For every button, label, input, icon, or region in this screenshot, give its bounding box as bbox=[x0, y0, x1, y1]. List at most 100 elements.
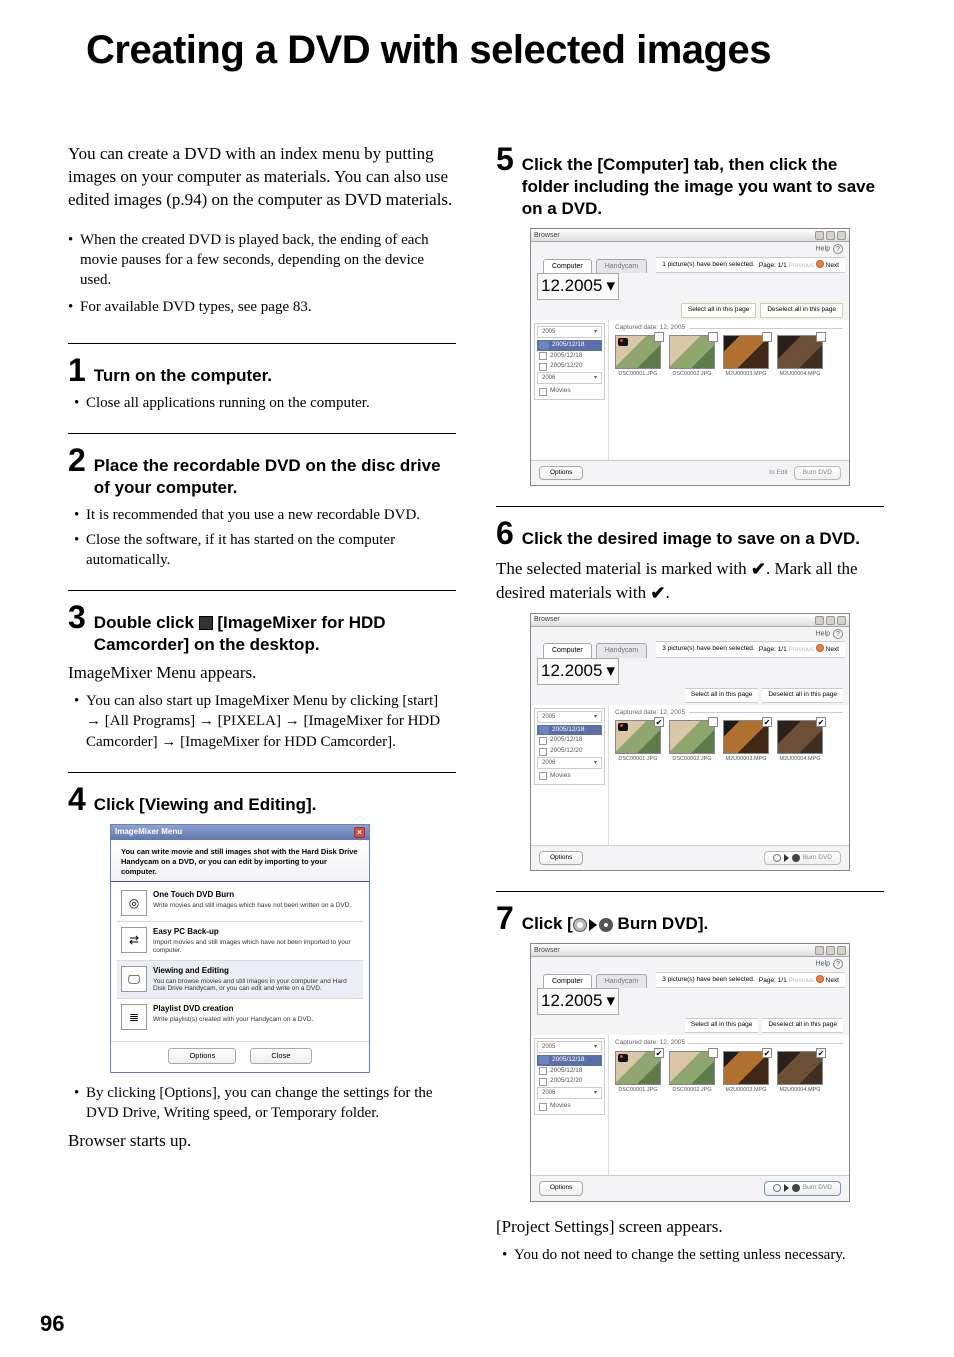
options-button[interactable]: Options bbox=[539, 851, 583, 866]
thumbnail[interactable]: ✔DSC00001.JPG bbox=[615, 720, 661, 763]
right-column: 5 Click the [Computer] tab, then click t… bbox=[496, 143, 884, 1285]
left-column: You can create a DVD with an index menu … bbox=[68, 143, 456, 1285]
checkmark-icon: ✔ bbox=[650, 581, 665, 605]
tab-computer[interactable]: Computer bbox=[543, 974, 592, 988]
tree-movies[interactable]: Movies bbox=[537, 1101, 602, 1112]
tree-folder-selected[interactable]: 2005/12/18 bbox=[537, 1055, 602, 1066]
deselect-all-button[interactable]: Deselect all in this page bbox=[762, 1018, 843, 1033]
menu-item-easy-backup[interactable]: ⇄ Easy PC Back-up Import movies and stil… bbox=[117, 921, 363, 959]
next-link[interactable]: Next bbox=[816, 262, 839, 269]
to-edit-link[interactable]: to Edit bbox=[769, 469, 787, 478]
select-all-button[interactable]: Select all in this page bbox=[681, 303, 756, 318]
deselect-all-button[interactable]: Deselect all in this page bbox=[762, 688, 843, 703]
menu-item-one-touch[interactable]: ◎ One Touch DVD Burn Write movies and st… bbox=[117, 885, 363, 921]
select-all-button[interactable]: Select all in this page bbox=[685, 688, 758, 703]
close-icon[interactable] bbox=[837, 946, 846, 955]
maximize-icon[interactable] bbox=[826, 946, 835, 955]
tree-year[interactable]: 2005▾ bbox=[537, 1041, 602, 1053]
thumbnail[interactable]: DSC00002.JPG bbox=[669, 720, 715, 763]
help-link[interactable]: Help bbox=[816, 246, 830, 253]
close-button[interactable]: Close bbox=[250, 1048, 311, 1064]
help-icon[interactable]: ? bbox=[833, 629, 843, 639]
next-link[interactable]: Next bbox=[816, 977, 839, 984]
thumbnail[interactable]: ✔M2U00004.MPG bbox=[777, 720, 823, 763]
window-title: ImageMixer Menu bbox=[115, 827, 182, 838]
disc-icon bbox=[792, 854, 800, 862]
tree-folder[interactable]: 2005/12/20 bbox=[537, 361, 602, 372]
menu-item-viewing-editing[interactable]: 🖵 Viewing and Editing You can browse mov… bbox=[117, 960, 363, 998]
tree-folder-selected[interactable]: 2005/12/18 bbox=[537, 725, 602, 736]
checkbox-icon bbox=[539, 363, 547, 371]
menu-item-desc: Import movies and still images which hav… bbox=[153, 939, 359, 955]
options-button[interactable]: Options bbox=[168, 1048, 236, 1064]
tree-year[interactable]: 2006▾ bbox=[537, 372, 602, 384]
step-5: 5 Click the [Computer] tab, then click t… bbox=[496, 143, 884, 486]
thumbnail[interactable]: ✔M2U00004.MPG bbox=[777, 1051, 823, 1094]
tree-year[interactable]: 2006▾ bbox=[537, 1087, 602, 1099]
close-icon[interactable] bbox=[837, 231, 846, 240]
tree-folder[interactable]: 2005/12/20 bbox=[537, 1076, 602, 1087]
tree-folder-selected[interactable]: 2005/12/18 bbox=[537, 340, 602, 351]
thumbnail[interactable]: ✔M2U00003.MPG bbox=[723, 720, 769, 763]
minimize-icon[interactable] bbox=[815, 946, 824, 955]
help-icon[interactable]: ? bbox=[833, 244, 843, 254]
folder-dropdown[interactable]: 12.2005▾ bbox=[537, 988, 619, 1015]
burn-dvd-button[interactable]: Burn DVD bbox=[794, 466, 841, 481]
tree-folder[interactable]: 2005/12/18 bbox=[537, 351, 602, 362]
thumbnail-label: DSC00001.JPG bbox=[615, 371, 661, 378]
help-link[interactable]: Help bbox=[816, 961, 830, 968]
step-number: 4 bbox=[68, 783, 86, 815]
options-button[interactable]: Options bbox=[539, 466, 583, 481]
tab-computer[interactable]: Computer bbox=[543, 259, 592, 273]
select-all-button[interactable]: Select all in this page bbox=[685, 1018, 758, 1033]
tree-year[interactable]: 2006▾ bbox=[537, 757, 602, 769]
thumbnail-area: Captured date: 12, 2005 DSC00001.JPG DSC… bbox=[609, 320, 849, 460]
arrow-right-icon bbox=[784, 854, 789, 862]
pc-backup-icon: ⇄ bbox=[121, 927, 147, 953]
step-number: 5 bbox=[496, 143, 514, 175]
thumbnail[interactable]: DSC00001.JPG bbox=[615, 335, 661, 378]
options-button[interactable]: Options bbox=[539, 1181, 583, 1196]
thumbnail[interactable]: M2U00004.MPG bbox=[777, 335, 823, 378]
imagemixer-menu-screenshot: ImageMixer Menu × You can write movie an… bbox=[110, 824, 370, 1073]
tree-movies[interactable]: Movies bbox=[537, 771, 602, 782]
deselect-all-button[interactable]: Deselect all in this page bbox=[760, 303, 843, 318]
minimize-icon[interactable] bbox=[815, 616, 824, 625]
tab-computer[interactable]: Computer bbox=[543, 643, 592, 657]
burn-dvd-button[interactable]: Burn DVD bbox=[764, 1181, 841, 1196]
thumbnail[interactable]: ✔M2U00003.MPG bbox=[723, 1051, 769, 1094]
tree-folder[interactable]: 2005/12/18 bbox=[537, 735, 602, 746]
checkmark-icon bbox=[654, 332, 664, 342]
close-icon[interactable]: × bbox=[354, 827, 365, 838]
maximize-icon[interactable] bbox=[826, 616, 835, 625]
close-icon[interactable] bbox=[837, 616, 846, 625]
step-number: 1 bbox=[68, 354, 86, 386]
menu-item-desc: Write playlist(s) created with your Hand… bbox=[153, 1016, 313, 1024]
step-number: 6 bbox=[496, 517, 514, 549]
tree-folder[interactable]: 2005/12/18 bbox=[537, 1066, 602, 1077]
browser-screenshot-2: Browser Help? Computer Handycam 12.2005▾… bbox=[530, 613, 850, 871]
next-link[interactable]: Next bbox=[816, 646, 839, 653]
thumbnail[interactable]: ✔DSC00001.JPG bbox=[615, 1051, 661, 1094]
menu-item-playlist[interactable]: ≣ Playlist DVD creation Write playlist(s… bbox=[117, 998, 363, 1035]
thumbnail[interactable]: DSC00002.JPG bbox=[669, 1051, 715, 1094]
tab-handycam[interactable]: Handycam bbox=[596, 259, 647, 273]
tab-handycam[interactable]: Handycam bbox=[596, 643, 647, 657]
menu-item-title: Playlist DVD creation bbox=[153, 1004, 313, 1015]
step-note: You can also start up ImageMixer Menu by… bbox=[68, 691, 456, 752]
tree-year[interactable]: 2005▾ bbox=[537, 326, 602, 338]
tab-handycam[interactable]: Handycam bbox=[596, 974, 647, 988]
folder-dropdown[interactable]: 12.2005▾ bbox=[537, 273, 619, 300]
tree-movies[interactable]: Movies bbox=[537, 386, 602, 397]
tree-year[interactable]: 2005▾ bbox=[537, 711, 602, 723]
folder-dropdown[interactable]: 12.2005▾ bbox=[537, 658, 619, 685]
maximize-icon[interactable] bbox=[826, 231, 835, 240]
tree-folder[interactable]: 2005/12/20 bbox=[537, 746, 602, 757]
minimize-icon[interactable] bbox=[815, 231, 824, 240]
thumbnail[interactable]: DSC00002.JPG bbox=[669, 335, 715, 378]
thumbnail[interactable]: M2U00003.MPG bbox=[723, 335, 769, 378]
help-icon[interactable]: ? bbox=[833, 959, 843, 969]
help-link[interactable]: Help bbox=[816, 630, 830, 637]
disc-hand-icon: ◎ bbox=[121, 890, 147, 916]
burn-dvd-button[interactable]: Burn DVD bbox=[764, 851, 841, 866]
